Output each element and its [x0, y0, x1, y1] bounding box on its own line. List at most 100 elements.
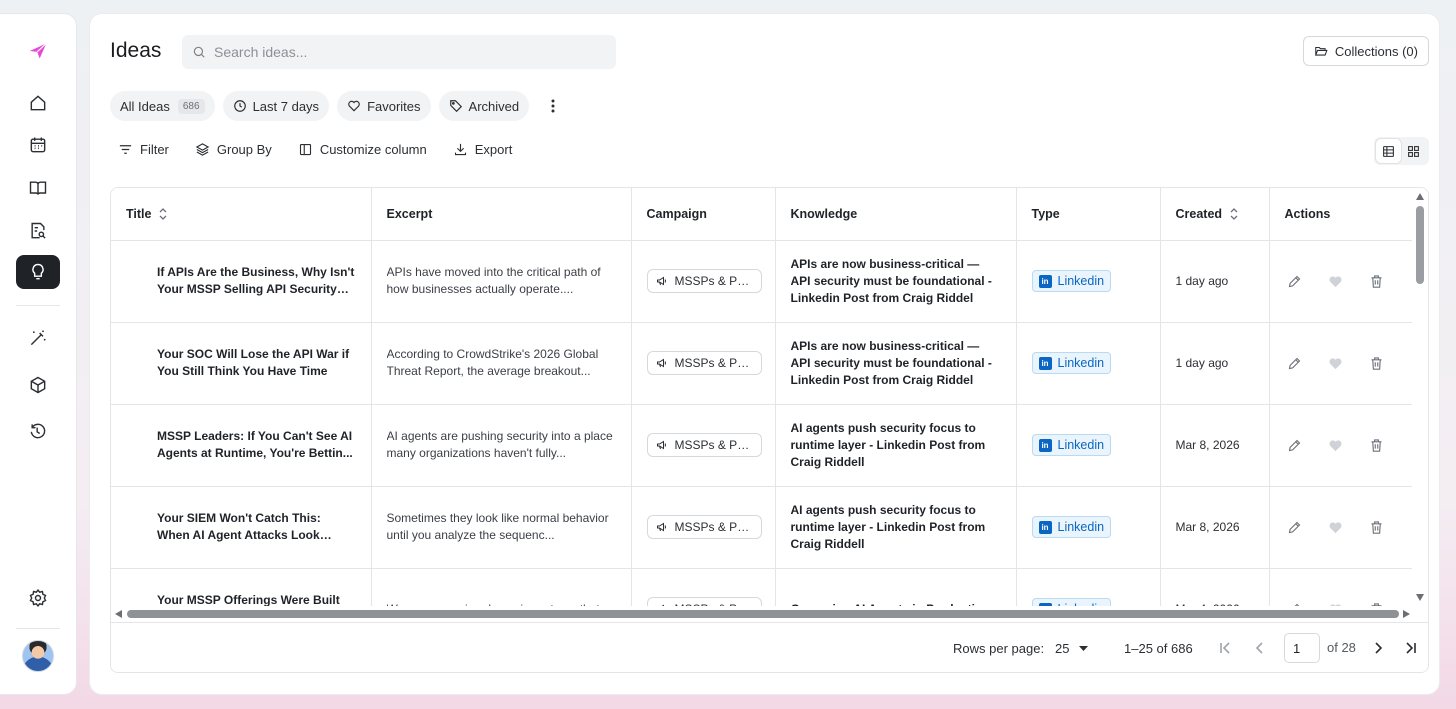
user-avatar[interactable] — [22, 640, 54, 672]
sidebar-item-generate[interactable] — [16, 321, 60, 355]
first-page-button[interactable] — [1215, 638, 1235, 658]
cell-title[interactable]: Your MSSP Offerings Were Built for — [111, 568, 372, 606]
cell-campaign: MSSPs & Pa... — [631, 486, 776, 569]
cell-type: in Linkedin — [1016, 322, 1161, 405]
chip-label: Archived — [468, 98, 520, 114]
sidebar-item-settings[interactable] — [16, 581, 60, 615]
campaign-label: MSSPs & Pa... — [674, 355, 753, 370]
search-box[interactable] — [182, 35, 616, 69]
campaign-badge[interactable]: MSSPs & Pa... — [646, 351, 762, 375]
trash-icon[interactable] — [1369, 520, 1384, 535]
favorite-icon[interactable] — [1328, 274, 1343, 289]
search-input[interactable] — [214, 44, 594, 60]
cell-excerpt: According to CrowdStrike's 2026 Global T… — [371, 322, 632, 405]
favorite-icon[interactable] — [1328, 356, 1343, 371]
type-badge: in Linkedin — [1031, 516, 1112, 538]
campaign-label: MSSPs & Pa... — [674, 437, 753, 452]
knowledge-text: APIs are now business-critical — API sec… — [790, 338, 992, 387]
column-header-title[interactable]: Title — [111, 188, 372, 241]
campaign-badge[interactable]: MSSPs & Pa... — [646, 597, 762, 606]
cell-title[interactable]: MSSP Leaders: If You Can't See AI Agents… — [111, 404, 372, 487]
chip-last-7-days[interactable]: Last 7 days — [222, 91, 330, 121]
rows-per-page-select[interactable]: 25 — [1055, 641, 1089, 656]
cell-knowledge: AI agents push security focus to runtime… — [775, 486, 1017, 569]
cell-type: in Linkedin — [1016, 486, 1161, 569]
table-row[interactable]: MSSP Leaders: If You Can't See AI Agents… — [111, 404, 1415, 487]
filter-button[interactable]: Filter — [118, 142, 169, 157]
edit-icon[interactable] — [1287, 274, 1302, 289]
cell-actions — [1269, 486, 1415, 569]
campaign-badge[interactable]: MSSPs & Pa... — [646, 515, 762, 539]
logo-icon[interactable] — [16, 34, 60, 68]
campaign-badge[interactable]: MSSPs & Pa... — [646, 269, 762, 293]
scrollbar-thumb[interactable] — [127, 610, 1399, 618]
cell-title[interactable]: Your SIEM Won't Catch This: When AI Agen… — [111, 486, 372, 569]
campaign-badge[interactable]: MSSPs & Pa... — [646, 433, 762, 457]
table-view-button[interactable] — [1376, 139, 1401, 163]
sidebar-item-ideas[interactable] — [16, 255, 60, 289]
previous-page-button[interactable] — [1250, 638, 1270, 658]
group-by-button[interactable]: Group By — [195, 142, 272, 157]
linkedin-icon: in — [1038, 356, 1052, 370]
chip-all-ideas[interactable]: All Ideas 686 — [110, 91, 215, 121]
ideas-table: Title Excerpt Campaign Knowledge Type Cr… — [110, 187, 1429, 673]
horizontal-scrollbar[interactable] — [111, 606, 1414, 622]
idea-excerpt: AI agents are pushing security into a pl… — [386, 429, 613, 460]
chip-label: Last 7 days — [252, 98, 320, 114]
cell-excerpt: AI agents are pushing security into a pl… — [371, 404, 632, 487]
sidebar — [0, 14, 76, 694]
page-number-input[interactable] — [1284, 633, 1320, 663]
vertical-scrollbar[interactable] — [1412, 188, 1428, 608]
chip-favorites[interactable]: Favorites — [337, 91, 431, 121]
trash-icon[interactable] — [1369, 356, 1384, 371]
kebab-icon — [551, 99, 555, 113]
cell-title[interactable]: Your SOC Will Lose the API War if You St… — [111, 322, 372, 405]
column-label: Created — [1175, 206, 1223, 221]
export-button[interactable]: Export — [453, 142, 512, 157]
edit-icon[interactable] — [1287, 356, 1302, 371]
created-date: 1 day ago — [1175, 273, 1229, 288]
more-options-button[interactable] — [543, 96, 563, 116]
sidebar-divider — [16, 628, 60, 629]
table-row[interactable]: If APIs Are the Business, Why Isn't Your… — [111, 240, 1415, 323]
favorite-icon[interactable] — [1328, 520, 1343, 535]
columns-icon — [299, 143, 311, 156]
grid-view-button[interactable] — [1401, 139, 1426, 163]
sidebar-item-calendar[interactable] — [16, 128, 60, 162]
collections-button[interactable]: Collections (0) — [1302, 36, 1429, 66]
trash-icon[interactable] — [1369, 438, 1384, 453]
next-page-button[interactable] — [1368, 638, 1388, 658]
cell-created: Mar 4, 2026 — [1160, 568, 1270, 606]
scrollbar-thumb[interactable] — [1416, 206, 1424, 284]
table-row[interactable]: Your SIEM Won't Catch This: When AI Agen… — [111, 486, 1415, 569]
campaign-label: MSSPs & Pa... — [674, 273, 753, 288]
lightbulb-icon — [32, 263, 44, 280]
cell-knowledge: APIs are now business-critical — API sec… — [775, 240, 1017, 323]
linkedin-icon: in — [1038, 520, 1052, 534]
last-page-button[interactable] — [1401, 638, 1421, 658]
cell-type: in Linkedin — [1016, 240, 1161, 323]
rows-per-page-label: Rows per page: — [953, 641, 1045, 656]
chip-archived[interactable]: Archived — [438, 91, 530, 121]
tag-icon — [449, 100, 462, 113]
knowledge-text: AI agents push security focus to runtime… — [790, 420, 986, 469]
table-row[interactable]: Your MSSP Offerings Were Built for We are… — [111, 568, 1415, 606]
column-header-created[interactable]: Created — [1160, 188, 1270, 241]
home-icon — [30, 95, 46, 111]
chip-count: 686 — [177, 98, 205, 114]
sidebar-item-products[interactable] — [16, 368, 60, 402]
sidebar-item-history[interactable] — [16, 414, 60, 448]
column-header-campaign: Campaign — [631, 188, 776, 241]
sidebar-item-home[interactable] — [16, 86, 60, 120]
customize-column-button[interactable]: Customize column — [298, 142, 427, 157]
table-row[interactable]: Your SOC Will Lose the API War if You St… — [111, 322, 1415, 405]
sidebar-item-library[interactable] — [16, 171, 60, 205]
favorite-icon[interactable] — [1328, 438, 1343, 453]
box-icon — [30, 376, 46, 394]
trash-icon[interactable] — [1369, 274, 1384, 289]
sidebar-item-review[interactable] — [16, 214, 60, 248]
edit-icon[interactable] — [1287, 438, 1302, 453]
cell-excerpt: Sometimes they look like normal behavior… — [371, 486, 632, 569]
edit-icon[interactable] — [1287, 520, 1302, 535]
cell-title[interactable]: If APIs Are the Business, Why Isn't Your… — [111, 240, 372, 323]
